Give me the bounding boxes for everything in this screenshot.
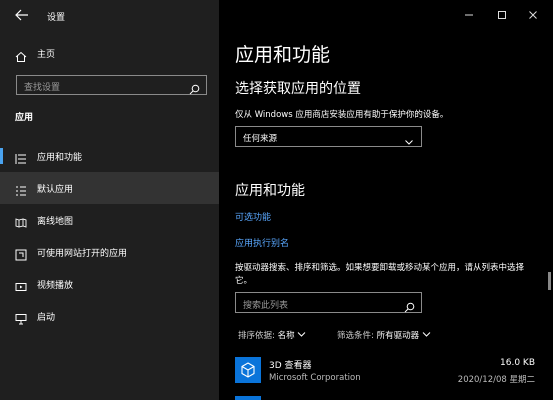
sidebar-item-label: 应用和功能: [37, 153, 83, 163]
sidebar: 设置 主页 查找设置 应用 应用和功能 默认应用 离线地图 可使用网站打开的应用…: [0, 0, 219, 400]
selected-indicator: [0, 148, 3, 164]
search-placeholder: 查找设置: [24, 83, 61, 93]
sidebar-item-label: 可使用网站打开的应用: [37, 249, 128, 259]
source-description: 仅从 Windows 应用商店安装应用有助于保护你的设备。: [235, 110, 449, 120]
search-placeholder: 搜索此列表: [243, 301, 289, 311]
maximize-icon[interactable]: [495, 8, 509, 22]
app-publisher: Microsoft Corporation: [269, 373, 361, 383]
sort-label: 排序依据:: [238, 331, 275, 341]
chevron-down-icon: [422, 331, 431, 341]
close-icon[interactable]: [526, 8, 540, 22]
sort-value: 名称: [277, 331, 295, 341]
chevron-down-icon: [404, 132, 414, 145]
list-description: 按驱动器搜索、排序和筛选。如果想要卸载或移动某个应用，请从列表中选择它。: [235, 263, 525, 286]
source-heading: 选择获取应用的位置: [235, 81, 361, 97]
home-nav-item[interactable]: 主页: [0, 44, 219, 64]
sidebar-item-offline-maps[interactable]: 离线地图: [0, 204, 219, 236]
app-execution-alias-link[interactable]: 应用执行别名: [235, 236, 289, 249]
scrollbar-thumb[interactable]: [548, 272, 551, 290]
app-list-search-input[interactable]: 搜索此列表: [235, 292, 422, 313]
optional-features-link[interactable]: 可选功能: [235, 210, 271, 223]
sidebar-item-video-playback[interactable]: 视频播放: [0, 268, 219, 300]
home-label: 主页: [37, 50, 56, 60]
sidebar-item-default-apps[interactable]: 默认应用: [0, 172, 219, 204]
window-title: 设置: [47, 13, 66, 23]
filter-dropdown[interactable]: 筛选条件: 所有驱动器: [337, 329, 431, 341]
sidebar-item-startup[interactable]: 启动: [0, 300, 219, 332]
filter-label: 筛选条件:: [337, 331, 374, 341]
sidebar-item-label: 默认应用: [37, 185, 74, 195]
app-install-date: 2020/12/08 星期二: [457, 375, 535, 385]
home-icon: [15, 48, 27, 62]
apps-heading: 应用和功能: [235, 183, 305, 199]
section-heading-apps: 应用: [15, 113, 34, 123]
app-name: 3D 查看器: [269, 361, 312, 371]
sidebar-item-label: 离线地图: [37, 217, 74, 227]
search-icon: [189, 80, 200, 95]
chevron-down-icon: [297, 331, 306, 341]
app-list-item[interactable]: 3D 查看器 Microsoft Corporation 16.0 KB 202…: [235, 354, 535, 388]
main-content: 应用和功能 选择获取应用的位置 仅从 Windows 应用商店安装应用有助于保护…: [219, 0, 553, 400]
title-bar: 设置: [0, 0, 219, 32]
sort-dropdown[interactable]: 排序依据: 名称: [238, 329, 306, 341]
3d-viewer-app-icon: [235, 357, 261, 383]
app-source-dropdown[interactable]: 任何来源: [235, 126, 422, 147]
sidebar-item-web-apps[interactable]: 可使用网站打开的应用: [0, 236, 219, 268]
next-app-icon: [235, 396, 261, 400]
app-size: 16.0 KB: [500, 358, 535, 368]
minimize-icon[interactable]: [462, 8, 476, 22]
apps-list-icon: [15, 150, 27, 164]
sidebar-item-label: 启动: [37, 313, 56, 323]
default-apps-icon: [15, 182, 27, 196]
search-icon: [404, 298, 415, 313]
map-icon: [15, 214, 27, 228]
video-icon: [15, 278, 27, 291]
settings-search-input[interactable]: 查找设置: [16, 75, 207, 95]
dropdown-value: 任何来源: [243, 134, 278, 144]
back-arrow-icon[interactable]: [14, 7, 30, 23]
web-apps-icon: [15, 246, 27, 261]
sidebar-item-label: 视频播放: [37, 281, 74, 291]
sidebar-item-apps-features[interactable]: 应用和功能: [0, 140, 219, 172]
filter-value: 所有驱动器: [376, 331, 420, 341]
page-title: 应用和功能: [235, 44, 331, 66]
startup-icon: [15, 310, 27, 325]
